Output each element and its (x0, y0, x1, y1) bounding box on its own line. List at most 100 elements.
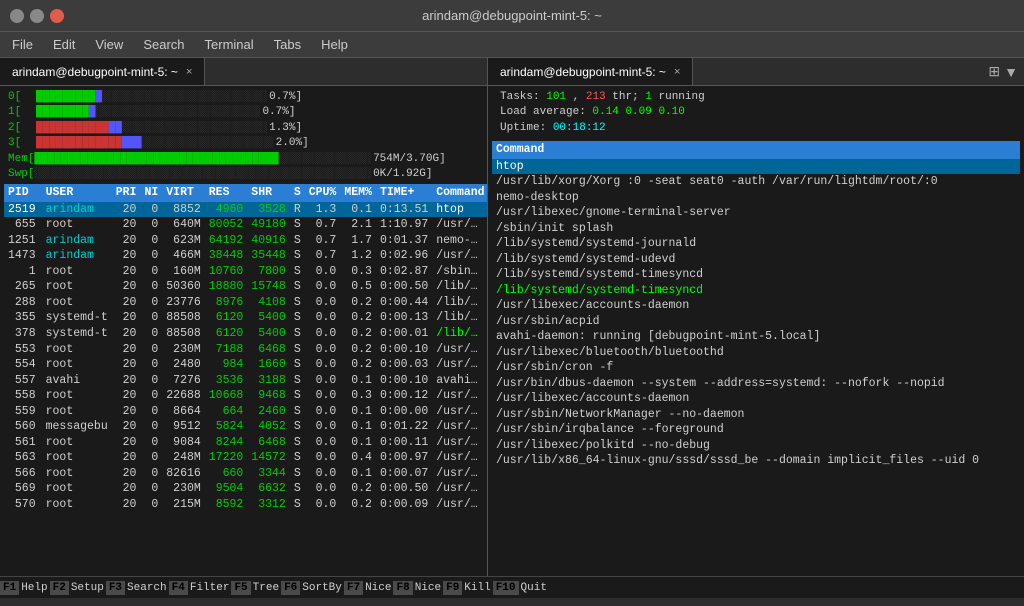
tab-controls: ⊞ ▼ (982, 58, 1024, 85)
table-row[interactable]: /usr/libexec/gnome-terminal-server (492, 205, 1020, 221)
table-row[interactable]: 1251 arindam 20 0 623M 64192 40916 S 0.7… (4, 233, 487, 249)
table-row[interactable]: 553 root 20 0 230M 7188 6468 S 0.0 0.2 0… (4, 342, 487, 358)
table-row[interactable]: /lib/systemd/systemd-timesyncd (492, 267, 1020, 283)
table-row[interactable]: 561 root 20 0 9084 8244 6468 S 0.0 0.1 0… (4, 435, 487, 451)
left-terminal-content: 0[ █████████ █ ░░░░░░░░░░░░░░░░░░░░░░░░░… (0, 86, 487, 576)
f3-key[interactable]: F3 (106, 581, 125, 595)
table-row[interactable]: 570 root 20 0 215M 8592 3312 S 0.0 0.2 0… (4, 497, 487, 513)
table-row[interactable]: /usr/sbin/irqbalance --foreground (492, 422, 1020, 438)
f5-label: Tree (251, 582, 281, 594)
table-row[interactable]: 1473 arindam 20 0 466M 38448 35448 S 0.7… (4, 248, 487, 264)
swp-meter: Swp[ ░░░░░░░░░░░░░░░░░░░░░░░░░░░░░░░░░░░… (8, 167, 479, 182)
right-tab-label: arindam@debugpoint-mint-5: ~ (500, 65, 666, 79)
f2-label: Setup (69, 582, 106, 594)
right-tab-close[interactable]: × (674, 66, 680, 78)
table-row[interactable]: htop (492, 159, 1020, 175)
left-tab[interactable]: arindam@debugpoint-mint-5: ~ × (0, 58, 205, 85)
minimize-button[interactable] (10, 9, 24, 23)
right-terminal-pane: arindam@debugpoint-mint-5: ~ × ⊞ ▼ Tasks… (488, 58, 1024, 576)
f6-label: SortBy (300, 582, 344, 594)
table-row[interactable]: 655 root 20 0 640M 80052 49180 S 0.7 2.1… (4, 217, 487, 233)
table-row[interactable]: 560 messagebu 20 0 9512 5824 4052 S 0.0 … (4, 419, 487, 435)
window-title: arindam@debugpoint-mint-5: ~ (70, 8, 954, 23)
table-row[interactable]: 558 root 20 0 22688 10668 9468 S 0.0 0.3… (4, 388, 487, 404)
table-row[interactable]: /lib/systemd/systemd-journald (492, 236, 1020, 252)
right-terminal-content: Tasks: 101 , 213 thr; 1 running Load ave… (488, 86, 1024, 576)
table-row[interactable]: 554 root 20 0 2480 984 1660 S 0.0 0.2 0:… (4, 357, 487, 373)
f10-label: Quit (519, 582, 549, 594)
table-row[interactable]: nemo-desktop (492, 190, 1020, 206)
menu-view[interactable]: View (91, 35, 127, 54)
f7-label: Nice (363, 582, 393, 594)
function-bar: F1Help F2Setup F3Search F4Filter F5Tree … (0, 576, 1024, 598)
left-tab-close[interactable]: × (186, 66, 192, 78)
left-tab-strip: arindam@debugpoint-mint-5: ~ × (0, 58, 487, 86)
right-tab-strip: arindam@debugpoint-mint-5: ~ × ⊞ ▼ (488, 58, 1024, 86)
cpu-meters: 0[ █████████ █ ░░░░░░░░░░░░░░░░░░░░░░░░░… (4, 88, 483, 184)
table-row[interactable]: /usr/sbin/NetworkManager --no-daemon (492, 407, 1020, 423)
menu-terminal[interactable]: Terminal (201, 35, 258, 54)
f4-label: Filter (188, 582, 232, 594)
right-process-header: Command (492, 141, 1020, 159)
process-table: PID USER PRI NI VIRT RES SHR S CPU% MEM%… (4, 184, 487, 512)
table-row[interactable]: /sbin/init splash (492, 221, 1020, 237)
table-row[interactable]: 557 avahi 20 0 7276 3536 3188 S 0.0 0.1 … (4, 373, 487, 389)
table-row[interactable]: /usr/lib/xorg/Xorg :0 -seat seat0 -auth … (492, 174, 1020, 190)
right-tab[interactable]: arindam@debugpoint-mint-5: ~ × (488, 58, 693, 85)
f6-key[interactable]: F6 (281, 581, 300, 595)
table-row[interactable]: /usr/libexec/bluetooth/bluetoothd (492, 345, 1020, 361)
left-tab-label: arindam@debugpoint-mint-5: ~ (12, 65, 178, 79)
table-row[interactable]: /usr/libexec/polkitd --no-debug (492, 438, 1020, 454)
table-row[interactable]: 288 root 20 0 23776 8976 4108 S 0.0 0.2 … (4, 295, 487, 311)
title-bar: arindam@debugpoint-mint-5: ~ (0, 0, 1024, 32)
cpu0-meter: 0[ █████████ █ ░░░░░░░░░░░░░░░░░░░░░░░░░… (8, 90, 479, 105)
menu-edit[interactable]: Edit (49, 35, 79, 54)
tab-open-button[interactable]: ⊞ (988, 63, 1000, 80)
menu-bar: File Edit View Search Terminal Tabs Help (0, 32, 1024, 58)
maximize-button[interactable] (30, 9, 44, 23)
table-row[interactable]: /usr/sbin/cron -f (492, 360, 1020, 376)
f3-label: Search (125, 582, 169, 594)
table-row[interactable]: 1 root 20 0 160M 10760 7800 S 0.0 0.3 0:… (4, 264, 487, 280)
table-row[interactable]: 559 root 20 0 8664 664 2460 S 0.0 0.1 0:… (4, 404, 487, 420)
close-button[interactable] (50, 9, 64, 23)
f9-key[interactable]: F9 (443, 581, 462, 595)
mem-meter: Mem[ ███████████████████████████████████… (8, 152, 479, 167)
menu-search[interactable]: Search (139, 35, 188, 54)
menu-tabs[interactable]: Tabs (270, 35, 305, 54)
table-row[interactable]: 566 root 20 0 82616 660 3344 S 0.0 0.1 0… (4, 466, 487, 482)
table-row[interactable]: /lib/systemd/systemd-udevd (492, 252, 1020, 268)
menu-help[interactable]: Help (317, 35, 352, 54)
table-row[interactable]: 265 root 20 0 50360 18880 15748 S 0.0 0.… (4, 279, 487, 295)
task-stats: Tasks: 101 , 213 thr; 1 running Load ave… (492, 88, 1020, 141)
process-table-header: PID USER PRI NI VIRT RES SHR S CPU% MEM%… (4, 184, 487, 202)
f5-key[interactable]: F5 (231, 581, 250, 595)
f8-key[interactable]: F8 (393, 581, 412, 595)
cpu1-meter: 1[ ████████ █ ░░░░░░░░░░░░░░░░░░░░░░░░░ … (8, 105, 479, 120)
table-row[interactable]: 569 root 20 0 230M 9504 6632 S 0.0 0.2 0… (4, 481, 487, 497)
right-process-table: Command htop/usr/lib/xorg/Xorg :0 -seat … (492, 141, 1020, 469)
table-row[interactable]: /usr/lib/x86_64-linux-gnu/sssd/sssd_be -… (492, 453, 1020, 469)
f7-key[interactable]: F7 (344, 581, 363, 595)
table-row[interactable]: 378 systemd-t 20 0 88508 6120 5400 S 0.0… (4, 326, 487, 342)
table-row[interactable]: /usr/libexec/accounts-daemon (492, 391, 1020, 407)
f8-label: Nice (413, 582, 443, 594)
table-row[interactable]: /usr/bin/dbus-daemon --system --address=… (492, 376, 1020, 392)
f10-key[interactable]: F10 (493, 581, 519, 595)
tab-menu-button[interactable]: ▼ (1004, 64, 1018, 80)
cpu3-meter: 3[ █████████████ ███ ░░░░░░░░░░░░░░░░░░░… (8, 136, 479, 151)
table-row[interactable]: 563 root 20 0 248M 17220 14572 S 0.0 0.4… (4, 450, 487, 466)
table-row[interactable]: /usr/sbin/acpid (492, 314, 1020, 330)
table-row[interactable]: 355 systemd-t 20 0 88508 6120 5400 S 0.0… (4, 310, 487, 326)
table-row[interactable]: /usr/libexec/accounts-daemon (492, 298, 1020, 314)
table-row[interactable]: 2519 arindam 20 0 8852 4960 3528 R 1.3 0… (4, 202, 487, 218)
table-row[interactable]: /lib/systemd/systemd-timesyncd (492, 283, 1020, 299)
menu-file[interactable]: File (8, 35, 37, 54)
table-row[interactable]: avahi-daemon: running [debugpoint-mint-5… (492, 329, 1020, 345)
load-line: Load average: 0.14 0.09 0.10 (500, 105, 1016, 120)
f1-key[interactable]: F1 (0, 581, 19, 595)
left-terminal-pane: arindam@debugpoint-mint-5: ~ × 0[ ██████… (0, 58, 488, 576)
f4-key[interactable]: F4 (169, 581, 188, 595)
tasks-line: Tasks: 101 , 213 thr; 1 running (500, 90, 1016, 105)
f2-key[interactable]: F2 (50, 581, 69, 595)
